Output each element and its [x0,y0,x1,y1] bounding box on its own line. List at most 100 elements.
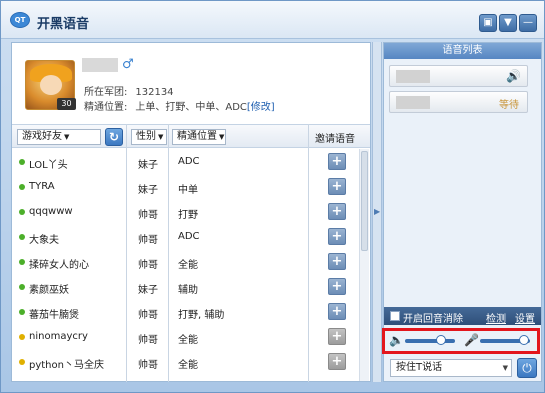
invite-plus-icon[interactable]: + [328,153,346,170]
echo-cancel-checkbox[interactable] [390,311,400,321]
speaker-volume-thumb[interactable] [436,335,446,345]
invite-plus-icon[interactable]: + [328,278,346,295]
friend-row[interactable]: LOL丫头 妹子 ADC + [12,149,358,174]
friend-position: ADC [178,231,200,242]
friend-position: 打野 [178,210,198,221]
app-logo-icon: QT [10,12,30,28]
invite-plus-icon[interactable]: + [328,228,346,245]
friend-row[interactable]: 揉碎女人的心 帅哥 全能 + [12,249,358,274]
dropdown-menu-icon[interactable]: ▼ [499,14,517,32]
friend-gender: 帅哥 [138,360,158,371]
waiting-status: 等待 [499,100,519,111]
status-dot-icon [19,284,25,290]
chat-icon[interactable]: ▣ [479,14,497,32]
friend-row[interactable]: 蕃茄牛腩煲 帅哥 打野, 辅助 + [12,299,358,324]
echo-cancel-bar: 开启回音消除 检测 设置 [384,307,541,325]
gender-filter-dropdown[interactable]: 性别 ▼ [131,129,167,145]
scrollbar[interactable] [359,149,369,381]
push-to-talk-select[interactable]: 按住T说话 ▼ [390,359,512,377]
status-dot-icon [19,159,25,165]
main-window: QT 开黑语音 ▣ ▼ — 30 ♂ 所在军团: 132134 精通位置: 上单、打… [0,0,545,393]
collapse-arrow-icon[interactable]: ▶ [374,207,380,216]
refresh-button[interactable]: ↻ [105,128,123,146]
friend-row[interactable]: 大象夫 帅哥 ADC + [12,224,358,249]
voice-list-header: 语音列表 [384,43,541,59]
friend-gender: 帅哥 [138,310,158,321]
invite-plus-icon[interactable]: + [328,328,346,345]
username-redacted [82,58,118,72]
status-dot-icon [19,234,25,240]
friend-row[interactable]: qqqwww 帅哥 打野 + [12,199,358,224]
member-name-redacted [396,96,430,109]
friend-name: python丶马全庆 [29,360,104,371]
speaker-volume-icon[interactable]: 🔈 [389,333,404,347]
list-header: 游戏好友 ▼ ↻ 性别 ▼ 精通位置 ▼ 邀请语音 [12,124,370,148]
mic-volume-thumb[interactable] [519,335,529,345]
friend-row[interactable]: ninomaycry 帅哥 全能 + [12,324,358,349]
chevron-down-icon: ▼ [158,133,164,141]
invite-plus-icon[interactable]: + [328,178,346,195]
status-dot-icon [19,334,25,340]
friend-gender: 妹子 [138,185,158,196]
friend-gender: 妹子 [138,285,158,296]
friend-name: ninomaycry [29,331,88,342]
status-dot-icon [19,309,25,315]
minimize-button[interactable]: — [519,14,537,32]
friend-name: 素颜巫妖 [29,285,69,296]
level-badge: 30 [57,98,76,110]
voice-member[interactable]: 等待 [389,91,528,113]
scroll-thumb[interactable] [361,151,368,251]
friend-row[interactable]: 素颜巫妖 妹子 辅助 + [12,274,358,299]
friend-row[interactable]: python丶马全庆 帅哥 全能 + [12,349,358,374]
friend-name: 揉碎女人的心 [29,260,89,271]
friends-panel: 30 ♂ 所在军团: 132134 精通位置: 上单、打野、中单、ADC[修改] 游… [11,42,371,382]
title-bar: QT 开黑语音 ▣ ▼ — [1,1,544,39]
friend-position: 辅助 [178,285,198,296]
friend-row[interactable]: TYRA 妹子 中单 + [12,174,358,199]
friend-name: 蕃茄牛腩煲 [29,310,79,321]
echo-cancel-label: 开启回音消除 [403,314,463,325]
friend-name: TYRA [29,181,55,192]
friend-position: 打野, 辅助 [178,310,225,321]
friend-gender: 帅哥 [138,335,158,346]
detect-link[interactable]: 检测 [486,310,506,325]
settings-link[interactable]: 设置 [515,310,535,325]
microphone-icon[interactable]: 🎤 [464,333,479,347]
friend-position: 全能 [178,335,198,346]
volume-controls: 🔈 🎤 [382,328,540,354]
invite-plus-icon[interactable]: + [328,303,346,320]
member-name-redacted [396,70,430,83]
edit-position-link[interactable]: [修改] [247,102,275,113]
speaker-volume-slider[interactable] [405,339,455,343]
app-title: 开黑语音 [37,17,90,32]
friend-gender: 妹子 [138,160,158,171]
position-info: 精通位置: 上单、打野、中单、ADC[修改] [84,102,275,113]
invite-plus-icon[interactable]: + [328,353,346,370]
friend-gender: 帅哥 [138,260,158,271]
invite-column-header: 邀请语音 [315,134,355,145]
power-icon[interactable]: ⏻ [517,358,537,378]
speaker-icon: 🔊 [506,69,521,83]
friend-position: 全能 [178,260,198,271]
invite-plus-icon[interactable]: + [328,203,346,220]
voice-member[interactable]: 🔊 [389,65,528,87]
male-icon: ♂ [122,57,134,72]
friend-position: 中单 [178,185,198,196]
friend-gender: 帅哥 [138,235,158,246]
friend-position: ADC [178,156,200,167]
voice-panel: 语音列表 🔊 等待 开启回音消除 检测 设置 🔈 🎤 按住T说话 ▼ ⏻ [382,42,542,382]
friend-position: 全能 [178,360,198,371]
status-dot-icon [19,209,25,215]
position-filter-dropdown[interactable]: 精通位置 ▼ [172,129,226,145]
friend-name: qqqwww [29,206,73,217]
friend-gender: 帅哥 [138,210,158,221]
invite-plus-icon[interactable]: + [328,253,346,270]
friends-filter-dropdown[interactable]: 游戏好友 ▼ [17,129,101,145]
chevron-down-icon: ▼ [219,133,225,141]
status-dot-icon [19,259,25,265]
profile-section: 30 ♂ 所在军团: 132134 精通位置: 上单、打野、中单、ADC[修改] [12,43,370,123]
legion-info: 所在军团: 132134 [84,87,174,98]
friend-name: LOL丫头 [29,160,68,171]
friends-list: LOL丫头 妹子 ADC + TYRA 妹子 中单 + qqqwww 帅哥 打野 + 大象夫 帅哥 ADC +… [12,149,358,381]
friend-name: 大象夫 [29,235,59,246]
